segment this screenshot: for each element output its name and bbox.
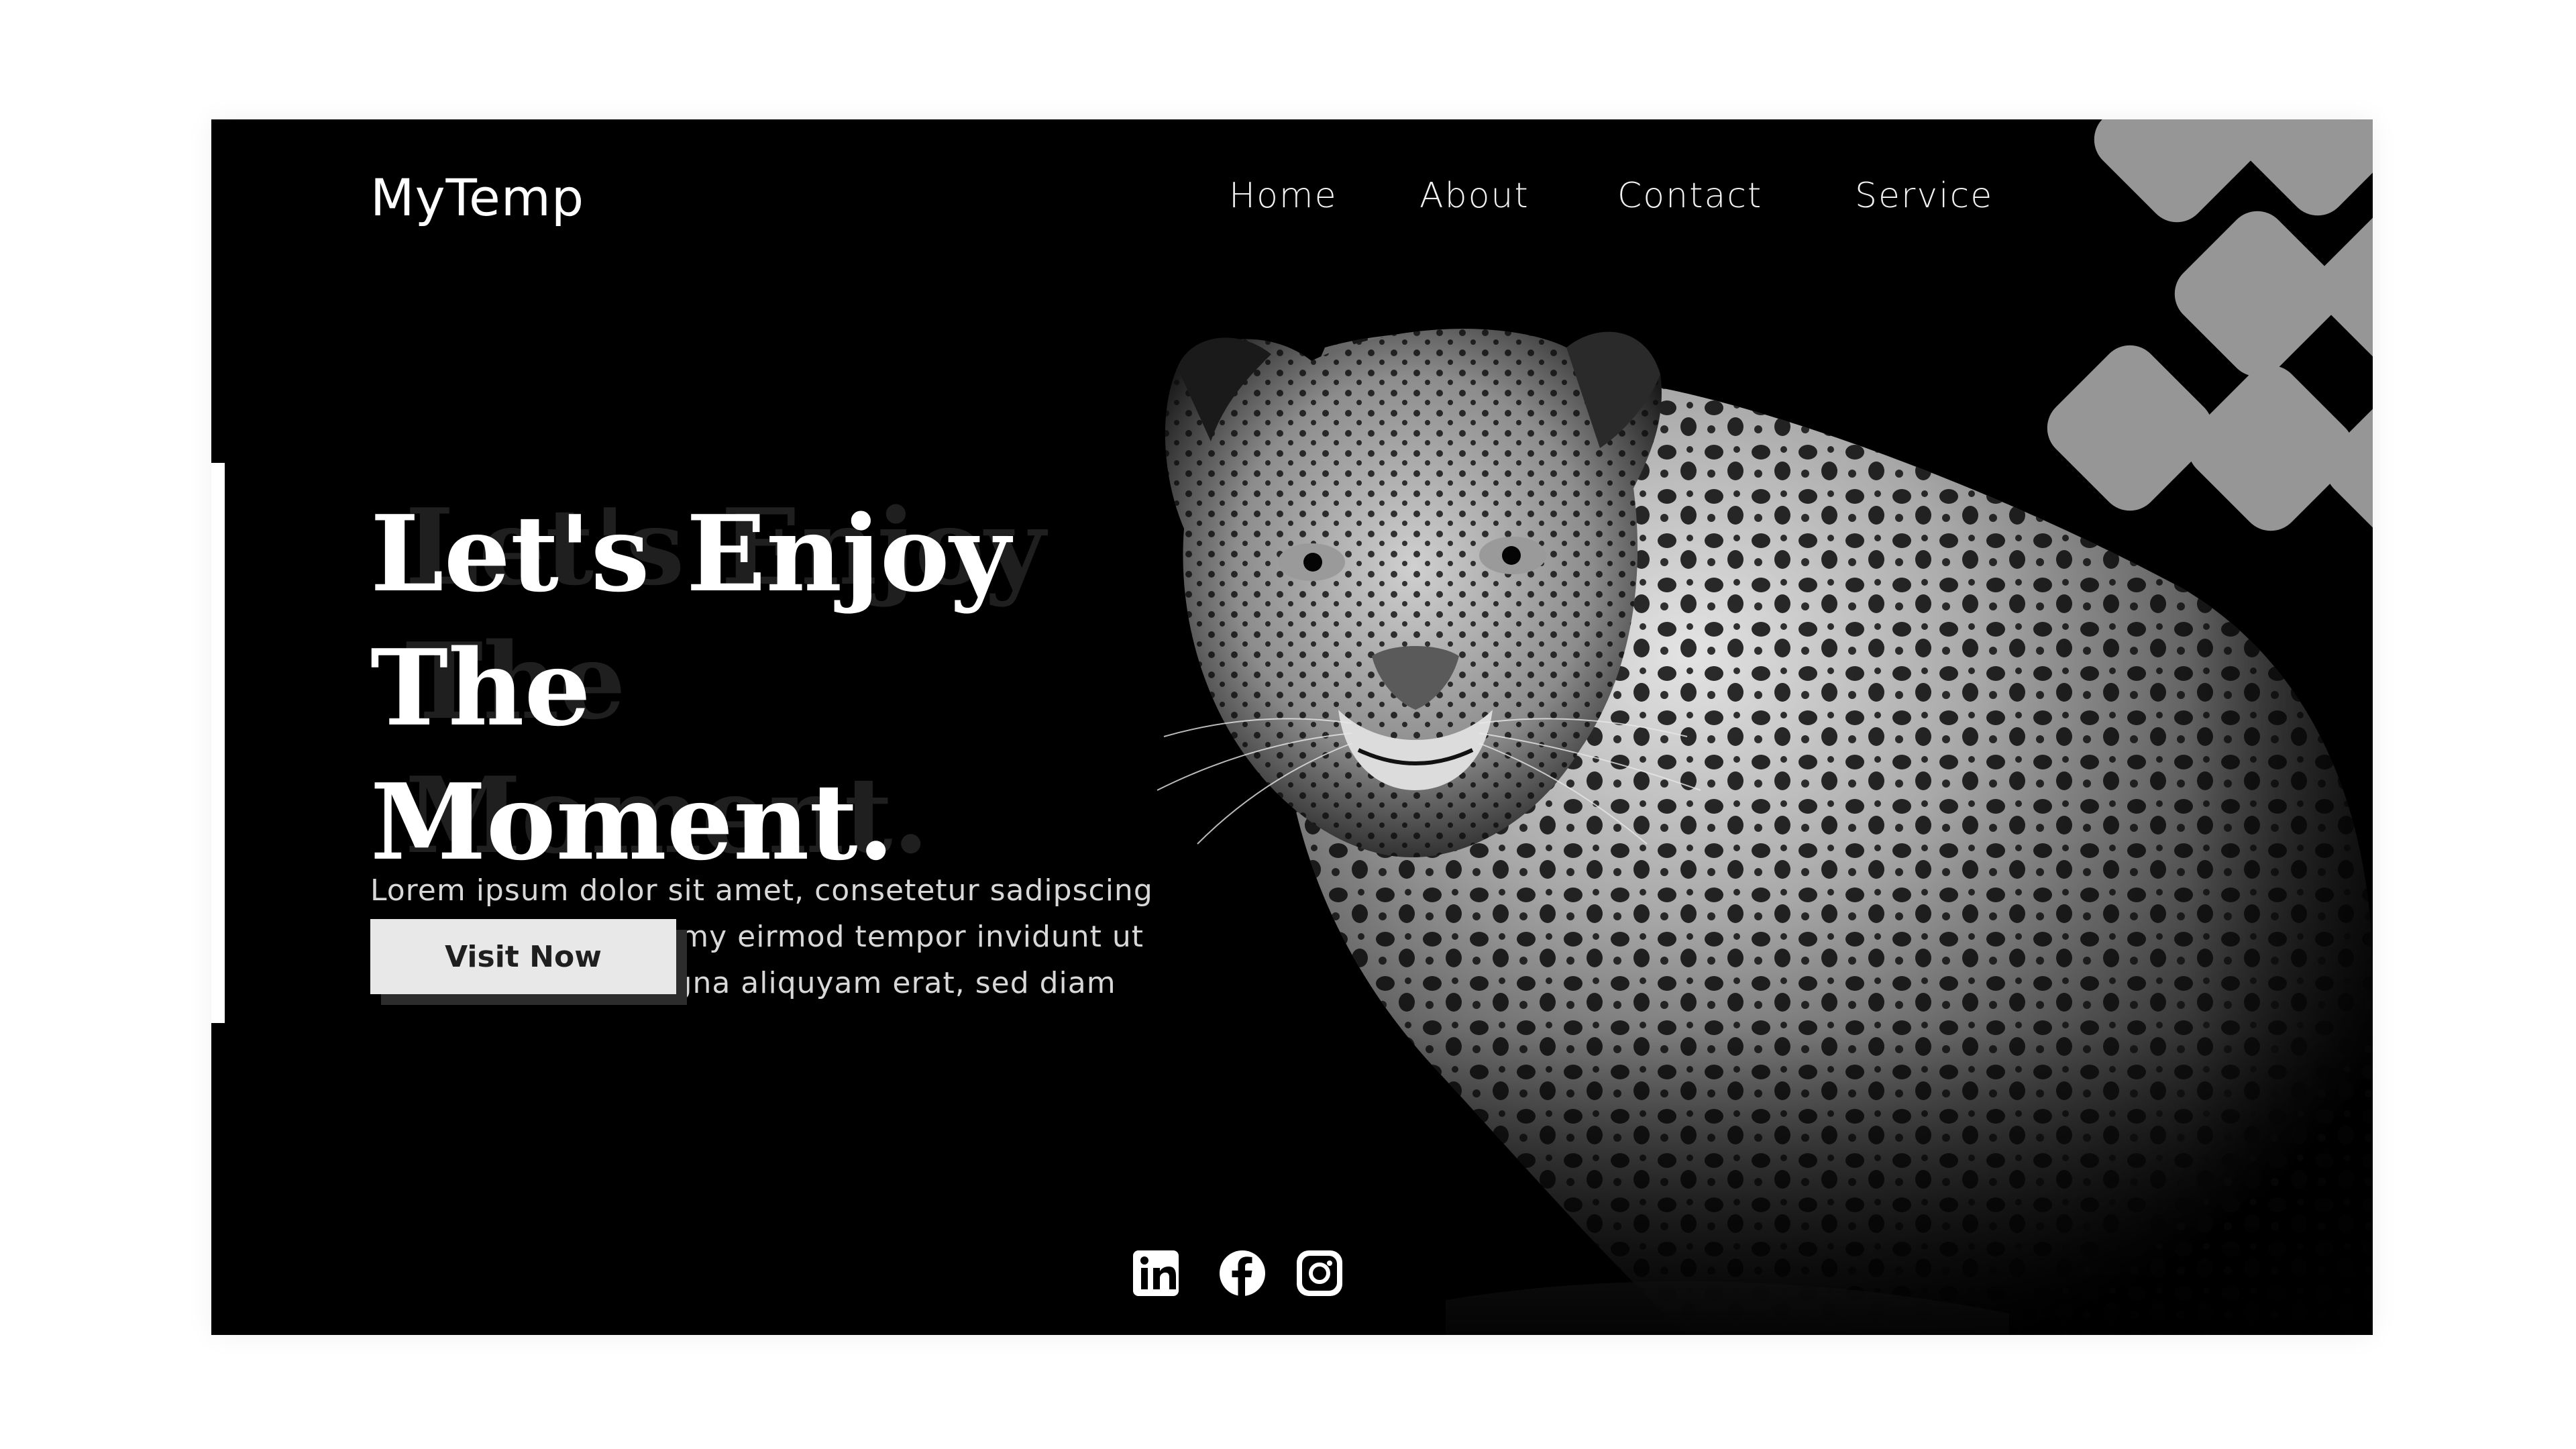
nav-contact-link[interactable]: Contact bbox=[1617, 176, 1762, 216]
linkedin-icon[interactable] bbox=[1129, 1246, 1183, 1300]
leopard-image bbox=[1137, 307, 2373, 1335]
nav-service-link[interactable]: Service bbox=[1855, 176, 1993, 216]
page: MyTemp Home About Contact Service Let's … bbox=[0, 0, 2576, 1449]
nav-home-link[interactable]: Home bbox=[1229, 176, 1338, 216]
hero-heading-block: Let's Enjoy The Moment. Let's Enjoy The … bbox=[370, 486, 1202, 890]
hero-heading: Let's Enjoy The Moment. bbox=[370, 487, 1202, 890]
left-accent-bar bbox=[211, 463, 225, 1023]
visit-now-button[interactable]: Visit Now bbox=[370, 919, 676, 994]
facebook-icon[interactable] bbox=[1216, 1246, 1269, 1300]
hero-section: MyTemp Home About Contact Service Let's … bbox=[211, 119, 2373, 1335]
hero-heading-line1: Let's Enjoy The bbox=[370, 492, 1011, 749]
nav-about-link[interactable]: About bbox=[1419, 176, 1529, 216]
instagram-icon[interactable] bbox=[1293, 1246, 1346, 1300]
site-logo[interactable]: MyTemp bbox=[370, 168, 584, 227]
